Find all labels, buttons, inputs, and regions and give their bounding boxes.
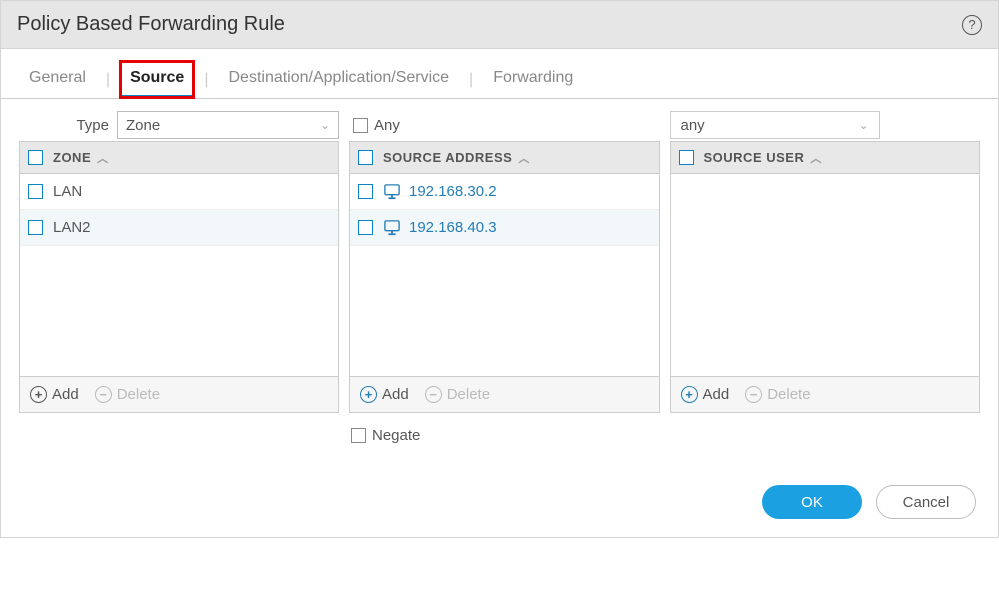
address-value: 192.168.30.2 (409, 183, 497, 200)
negate-label: Negate (372, 427, 420, 444)
address-column-header[interactable]: SOURCE ADDRESS ︿ (383, 150, 530, 166)
zone-delete-button[interactable]: − Delete (95, 386, 160, 403)
address-delete-button[interactable]: − Delete (425, 386, 490, 403)
address-table-footer: + Add − Delete (350, 376, 659, 412)
negate-checkbox[interactable] (351, 428, 366, 443)
row-checkbox[interactable] (28, 184, 43, 199)
chevron-down-icon: ⌄ (858, 118, 868, 132)
sort-asc-icon: ︿ (518, 150, 530, 166)
ok-button[interactable]: OK (762, 485, 862, 519)
tab-general[interactable]: General (19, 61, 96, 98)
cancel-button[interactable]: Cancel (876, 485, 976, 519)
user-delete-button[interactable]: − Delete (745, 386, 810, 403)
sort-asc-icon: ︿ (810, 150, 822, 166)
user-top-row: any ⌄ (670, 109, 981, 141)
pbf-rule-dialog: Policy Based Forwarding Rule ? General |… (0, 0, 999, 538)
tabs: General | Source | Destination/Applicati… (1, 49, 998, 99)
address-select-all-checkbox[interactable] (358, 150, 373, 165)
zone-table-footer: + Add − Delete (20, 376, 338, 412)
plus-icon: + (681, 386, 698, 403)
address-value: 192.168.40.3 (409, 219, 497, 236)
dialog-title: Policy Based Forwarding Rule (17, 13, 285, 36)
zone-select-all-checkbox[interactable] (28, 150, 43, 165)
source-user-table: SOURCE USER ︿ + Add − Delete (670, 141, 981, 413)
sort-asc-icon: ︿ (97, 150, 109, 166)
row-checkbox[interactable] (358, 220, 373, 235)
user-table-header: SOURCE USER ︿ (671, 142, 980, 174)
zone-name: LAN (53, 183, 82, 200)
tab-separator: | (202, 71, 210, 89)
zone-panel: Type Zone ⌄ ZONE ︿ (19, 109, 339, 449)
address-table-header: SOURCE ADDRESS ︿ (350, 142, 659, 174)
address-table-body: 192.168.30.2 192.168.40.3 (350, 174, 659, 376)
minus-icon: − (95, 386, 112, 403)
minus-icon: − (425, 386, 442, 403)
host-icon (383, 220, 401, 236)
user-select-all-checkbox[interactable] (679, 150, 694, 165)
tab-separator: | (104, 71, 112, 89)
table-row[interactable]: LAN2 (20, 210, 338, 246)
negate-row: Negate (349, 421, 660, 449)
zone-add-button[interactable]: + Add (30, 386, 79, 403)
zone-table-body: LAN LAN2 (20, 174, 338, 376)
zone-table-header: ZONE ︿ (20, 142, 338, 174)
panels-row: Type Zone ⌄ ZONE ︿ (19, 109, 980, 449)
tab-source[interactable]: Source (120, 61, 194, 98)
user-table-body (671, 174, 980, 376)
chevron-down-icon: ⌄ (320, 118, 330, 132)
host-icon (383, 184, 401, 200)
any-row: Any (349, 109, 660, 141)
row-checkbox[interactable] (28, 220, 43, 235)
user-dropdown[interactable]: any ⌄ (670, 111, 880, 139)
table-row[interactable]: 192.168.40.3 (350, 210, 659, 246)
type-label: Type (19, 117, 109, 134)
tab-separator: | (467, 71, 475, 89)
zone-name: LAN2 (53, 219, 91, 236)
plus-icon: + (30, 386, 47, 403)
row-checkbox[interactable] (358, 184, 373, 199)
table-row[interactable]: 192.168.30.2 (350, 174, 659, 210)
plus-icon: + (360, 386, 377, 403)
source-address-table: SOURCE ADDRESS ︿ 192.168.30.2 (349, 141, 660, 413)
any-label: Any (374, 117, 400, 134)
user-add-button[interactable]: + Add (681, 386, 730, 403)
user-column-header[interactable]: SOURCE USER ︿ (704, 150, 822, 166)
dialog-footer: OK Cancel (1, 467, 998, 537)
table-row[interactable]: LAN (20, 174, 338, 210)
type-value: Zone (126, 117, 160, 134)
any-checkbox[interactable] (353, 118, 368, 133)
user-table-footer: + Add − Delete (671, 376, 980, 412)
source-user-panel: any ⌄ SOURCE USER ︿ + (670, 109, 981, 449)
minus-icon: − (745, 386, 762, 403)
help-icon[interactable]: ? (962, 15, 982, 35)
type-row: Type Zone ⌄ (19, 109, 339, 141)
source-address-panel: Any SOURCE ADDRESS ︿ (349, 109, 660, 449)
titlebar: Policy Based Forwarding Rule ? (1, 1, 998, 49)
tab-destination[interactable]: Destination/Application/Service (218, 61, 459, 98)
tab-forwarding[interactable]: Forwarding (483, 61, 583, 98)
content-area: Type Zone ⌄ ZONE ︿ (1, 99, 998, 467)
zone-column-header[interactable]: ZONE ︿ (53, 150, 109, 166)
type-dropdown[interactable]: Zone ⌄ (117, 111, 339, 139)
user-selected: any (681, 117, 705, 134)
address-add-button[interactable]: + Add (360, 386, 409, 403)
zone-table: ZONE ︿ LAN LAN2 (19, 141, 339, 413)
